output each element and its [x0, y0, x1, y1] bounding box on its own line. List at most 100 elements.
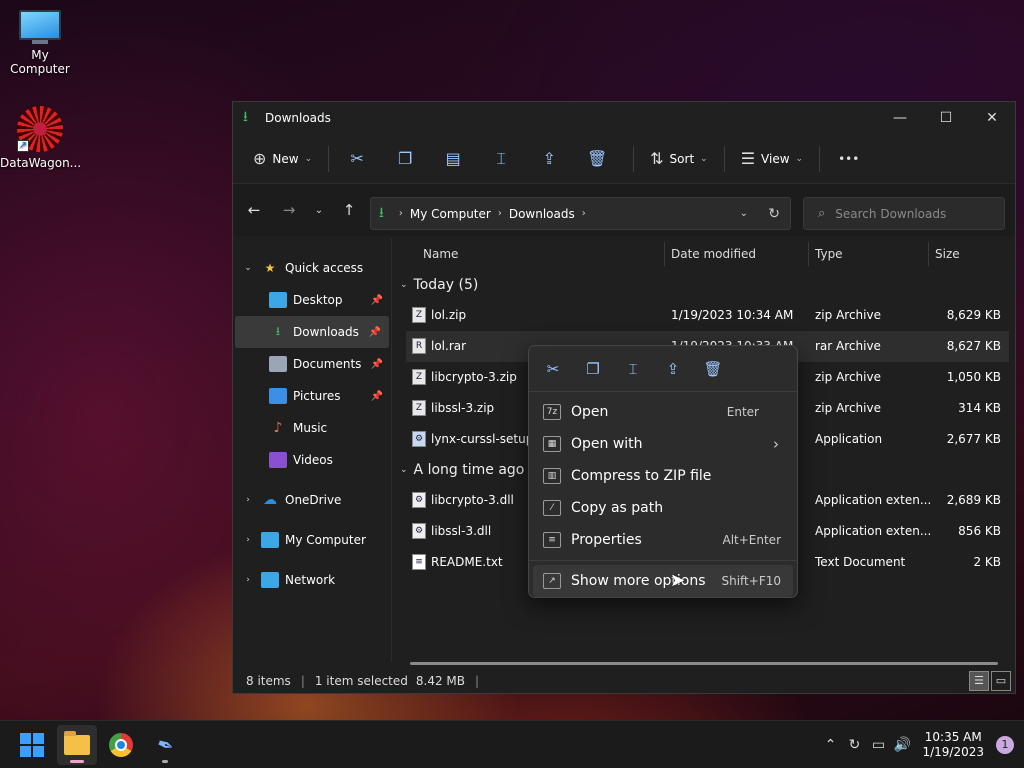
new-button[interactable]: ⊕ New ⌄	[245, 142, 320, 176]
forward-button[interactable]: →	[274, 201, 304, 219]
videos-icon	[269, 452, 287, 468]
download-icon: ⭳	[379, 204, 384, 221]
see-more-button[interactable]: •••	[828, 142, 869, 176]
sidebar-item-downloads[interactable]: ⭳ Downloads 📌	[235, 316, 389, 348]
sidebar-item-network[interactable]: › Network	[233, 564, 391, 596]
title-bar[interactable]: ⭳ Downloads — ☐ ✕	[233, 102, 1015, 134]
desktop-icon-label: DataWagon...	[0, 156, 82, 170]
share-button[interactable]: ⇪	[529, 142, 569, 176]
share-icon[interactable]: ⇪	[661, 360, 685, 378]
desktop-icon	[269, 292, 287, 308]
sidebar-item-videos[interactable]: Videos	[233, 444, 391, 476]
breadcrumb-downloads[interactable]: Downloads	[509, 207, 575, 221]
file-row[interactable]: Z lol.zip 1/19/2023 10:34 AM zip Archive…	[392, 300, 1015, 331]
chevron-down-icon: ⌄	[795, 153, 804, 164]
context-menu: ✂ ❐ ⌶ ⇪ 🗑 7z Open Enter ▦ Open with › ▥ …	[528, 345, 798, 598]
computer-icon	[19, 10, 61, 44]
sidebar-item-quick-access[interactable]: ⌄ ★ Quick access	[233, 252, 391, 284]
column-size[interactable]: Size	[935, 247, 960, 261]
column-type[interactable]: Type	[815, 247, 843, 261]
menu-item-open-with[interactable]: ▦ Open with ›	[533, 428, 793, 460]
column-date-modified[interactable]: Date modified	[671, 247, 756, 261]
menu-item-open[interactable]: 7z Open Enter	[533, 396, 793, 428]
mouse-cursor-icon: ➤	[670, 570, 686, 591]
group-header-today[interactable]: ⌄ Today (5)	[392, 270, 1015, 300]
sort-button[interactable]: ⇅ Sort ⌄	[642, 142, 716, 176]
close-button[interactable]: ✕	[969, 102, 1015, 134]
star-icon: ★	[264, 261, 276, 275]
search-input[interactable]: ⌕ Search Downloads	[803, 197, 1005, 230]
chevron-down-icon: ⌄	[244, 263, 252, 273]
cut-button[interactable]: ✂	[337, 142, 377, 176]
view-button[interactable]: ☰ View ⌄	[733, 142, 811, 176]
address-bar[interactable]: ⭳ › My Computer › Downloads › ⌄ ↻	[370, 197, 791, 230]
breadcrumb-my-computer[interactable]: My Computer	[410, 207, 491, 221]
zip-icon: ▥	[543, 468, 561, 484]
back-button[interactable]: ←	[239, 201, 269, 219]
menu-item-show-more-options[interactable]: ↗ Show more options Shift+F10	[533, 565, 793, 597]
paste-button[interactable]: ▤	[433, 142, 473, 176]
command-bar: ⊕ New ⌄ ✂ ❐ ▤ ⌶ ⇪ 🗑 ⇅ Sort ⌄ ☰ View ⌄ ••…	[233, 134, 1015, 184]
pin-icon: 📌	[370, 358, 383, 370]
zip-file-icon: Z	[412, 369, 426, 385]
menu-item-properties[interactable]: ≡ Properties Alt+Enter	[533, 524, 793, 556]
copy-button[interactable]: ❐	[385, 142, 425, 176]
chevron-down-icon: ⌄	[304, 153, 313, 164]
taskbar-feather-app[interactable]: ✒	[145, 725, 185, 765]
sidebar-item-documents[interactable]: Documents 📌	[233, 348, 391, 380]
sync-alert-icon[interactable]: ↻	[842, 737, 866, 753]
chevron-down-icon: ⌄	[700, 153, 708, 164]
sidebar-item-desktop[interactable]: Desktop 📌	[233, 284, 391, 316]
dll-file-icon: ⚙	[412, 523, 426, 539]
chevron-right-icon: ›	[398, 208, 403, 219]
network-icon[interactable]: ▭	[866, 737, 890, 753]
recent-locations-button[interactable]: ⌄	[304, 205, 334, 216]
refresh-icon[interactable]: ↻	[768, 206, 780, 222]
shortcut-arrow-icon: ↗	[17, 140, 29, 152]
column-header: Name Date modified Type Size	[392, 238, 1015, 270]
maximize-button[interactable]: ☐	[923, 102, 969, 134]
clock[interactable]: 10:35 AM 1/19/2023	[922, 730, 984, 760]
sidebar-item-pictures[interactable]: Pictures 📌	[233, 380, 391, 412]
rename-button[interactable]: ⌶	[481, 142, 521, 176]
rename-icon[interactable]: ⌶	[621, 360, 645, 378]
pin-icon: 📌	[368, 326, 381, 338]
taskbar-chrome[interactable]	[101, 725, 141, 765]
chevron-right-icon: ›	[581, 208, 586, 219]
cloud-icon: ☁	[263, 492, 277, 508]
desktop-icon-datawagon[interactable]: ↗ DataWagon...	[0, 106, 82, 170]
sidebar-item-music[interactable]: ♪ Music	[233, 412, 391, 444]
scissors-icon[interactable]: ✂	[541, 360, 565, 378]
details-view-icon[interactable]: ☰	[969, 671, 989, 691]
sidebar-item-onedrive[interactable]: › ☁ OneDrive	[233, 484, 391, 516]
desktop-icon-my-computer[interactable]: My Computer	[0, 10, 80, 76]
menu-item-compress-zip[interactable]: ▥ Compress to ZIP file	[533, 460, 793, 492]
start-button[interactable]	[12, 725, 52, 765]
column-name[interactable]: Name	[423, 247, 458, 261]
tiles-view-icon[interactable]: ▭	[991, 671, 1011, 691]
chevron-right-icon: ›	[497, 208, 502, 219]
chevron-right-icon: ›	[246, 575, 250, 585]
navigation-pane: ⌄ ★ Quick access Desktop 📌 ⭳ Downloads 📌…	[233, 238, 391, 662]
computer-icon	[261, 532, 279, 548]
taskbar-file-explorer[interactable]	[57, 725, 97, 765]
menu-item-copy-as-path[interactable]: ⁄ Copy as path	[533, 492, 793, 524]
notification-badge[interactable]: 1	[996, 736, 1014, 754]
volume-icon[interactable]: 🔊	[890, 737, 914, 753]
window-title: Downloads	[265, 111, 331, 125]
copy-icon[interactable]: ❐	[581, 360, 605, 378]
delete-button[interactable]: 🗑	[577, 142, 617, 176]
music-icon: ♪	[273, 420, 283, 436]
selection-info: 1 item selected	[314, 674, 408, 688]
trash-icon[interactable]: 🗑	[701, 360, 725, 378]
minimize-button[interactable]: —	[877, 102, 923, 134]
chevron-up-icon[interactable]: ⌃	[818, 737, 842, 753]
download-icon: ⭳	[275, 323, 281, 338]
chevron-down-icon: ⌄	[400, 280, 408, 290]
horizontal-scrollbar[interactable]	[410, 662, 998, 665]
sidebar-item-my-computer[interactable]: › My Computer	[233, 524, 391, 556]
pin-icon: 📌	[370, 390, 383, 402]
address-dropdown-icon[interactable]: ⌄	[740, 208, 748, 219]
up-button[interactable]: ↑	[334, 201, 364, 219]
download-icon: ⭳	[243, 109, 248, 125]
